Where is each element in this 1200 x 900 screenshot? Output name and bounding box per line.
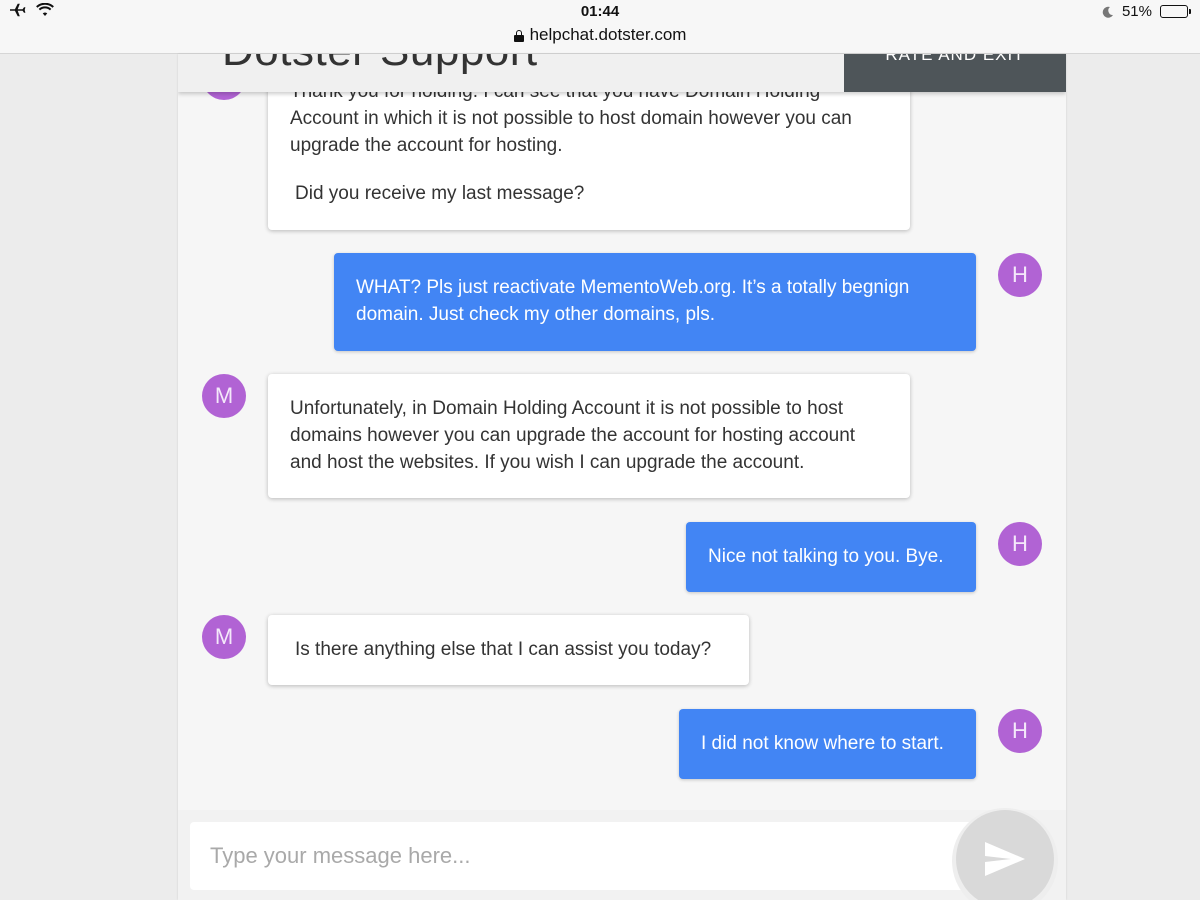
user-avatar: H	[998, 522, 1042, 566]
address-bar[interactable]: helpchat.dotster.com	[0, 24, 1200, 54]
clock: 01:44	[580, 3, 620, 20]
message-text: Did you receive my last message?	[295, 183, 585, 204]
message-list[interactable]: M Thank you for holding. I can see that …	[178, 54, 1066, 810]
lock-icon	[513, 30, 524, 42]
send-button[interactable]	[956, 810, 1054, 900]
url-display[interactable]: helpchat.dotster.com	[513, 25, 687, 45]
message-text: WHAT? Pls just reactivate MementoWeb.org…	[356, 277, 910, 325]
message-input[interactable]	[190, 822, 980, 890]
user-avatar: H	[998, 253, 1042, 297]
message-text: Nice not talking to you. Bye.	[708, 546, 944, 567]
moon-icon	[1102, 6, 1113, 18]
user-message-bubble: Nice not talking to you. Bye.	[686, 522, 976, 592]
status-right: 51%	[1102, 3, 1191, 20]
user-avatar: H	[998, 709, 1042, 753]
agent-message-bubble: Unfortunately, in Domain Holding Account…	[268, 374, 910, 498]
agent-avatar: M	[202, 374, 246, 418]
chat-window: Dotster Support RATE AND EXIT M Thank yo…	[178, 54, 1066, 900]
page-title: Dotster Support	[222, 54, 538, 76]
agent-message-bubble: Is there anything else that I can assist…	[268, 615, 749, 685]
send-icon	[985, 842, 1025, 876]
status-bar: 01:44 51%	[0, 0, 1200, 24]
message-composer	[178, 808, 1066, 900]
rate-and-exit-button[interactable]: RATE AND EXIT	[844, 54, 1066, 92]
message-text: Is there anything else that I can assist…	[295, 639, 712, 660]
message-text: I did not know where to start.	[701, 733, 944, 754]
message-text: Unfortunately, in Domain Holding Account…	[290, 398, 856, 473]
chat-header: Dotster Support RATE AND EXIT	[178, 54, 1066, 92]
url-text: helpchat.dotster.com	[529, 25, 687, 44]
battery-percent: 51%	[1121, 3, 1152, 20]
user-message-bubble: WHAT? Pls just reactivate MementoWeb.org…	[334, 253, 976, 351]
agent-avatar: M	[202, 615, 246, 659]
rate-and-exit-label: RATE AND EXIT	[885, 54, 1025, 64]
battery-icon	[1160, 5, 1191, 18]
user-message-bubble: I did not know where to start.	[679, 709, 976, 779]
